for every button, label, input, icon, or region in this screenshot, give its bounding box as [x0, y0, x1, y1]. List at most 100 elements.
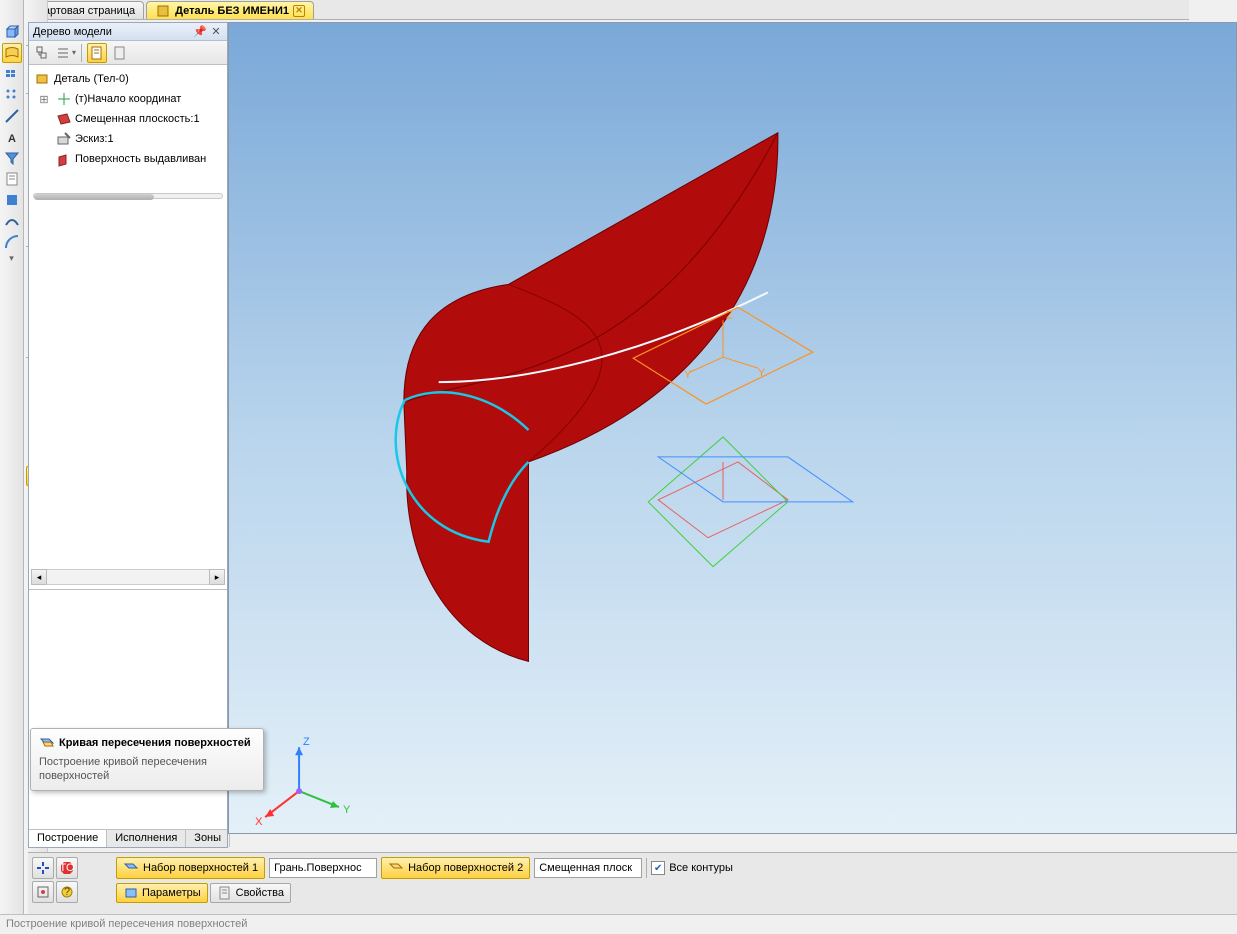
tooltip-title-text: Кривая пересечения поверхностей [59, 737, 251, 749]
tree-item[interactable]: ⊞ (т)Начало координат [31, 89, 225, 109]
bottom-main: Набор поверхностей 1 Набор поверхностей … [116, 857, 1233, 903]
surfaces-icon [388, 860, 404, 876]
tab-label: Параметры [142, 887, 201, 899]
tab-label: Зоны [194, 832, 221, 844]
param-row-1: Набор поверхностей 1 Набор поверхностей … [116, 857, 1233, 879]
close-icon[interactable]: ✕ [293, 5, 305, 17]
tree-label: Поверхность выдавливан [75, 153, 206, 165]
tooltip-description: Построение кривой пересечения поверхност… [39, 755, 255, 784]
panel-lower-area [29, 589, 227, 829]
origin-icon [56, 91, 72, 107]
tool-arc-icon[interactable] [2, 232, 22, 252]
tree-hscroll[interactable] [33, 193, 223, 203]
axis-label-z: Z [726, 309, 733, 321]
extrude-surface-icon [56, 151, 72, 167]
tool-a-icon[interactable]: A [2, 127, 22, 147]
tree-label: (т)Начало координат [75, 93, 181, 105]
scroll-left-icon[interactable]: ◂ [31, 569, 47, 585]
axis-z: Z [303, 736, 310, 748]
axis-x: X [255, 816, 263, 828]
all-contours-checkbox[interactable]: ✔ [651, 861, 665, 875]
tree-label: Смещенная плоскость:1 [75, 113, 200, 125]
panel-toolbar: ▾ [29, 41, 227, 65]
sketch-icon [56, 131, 72, 147]
surface-set-1-input[interactable] [269, 858, 377, 878]
panel-title-bar: Дерево модели 📌 ✕ [29, 23, 227, 41]
tool-dots-icon[interactable] [2, 85, 22, 105]
button-label: Набор поверхностей 2 [408, 862, 523, 874]
viewport-svg: Z Y Y Z Y X [229, 23, 1236, 833]
panel-title: Дерево модели [33, 26, 112, 38]
surface-set-2-input[interactable] [534, 858, 642, 878]
3d-viewport[interactable]: Z Y Y Z Y X [228, 22, 1237, 834]
panel-tab-build[interactable]: Построение [29, 830, 107, 847]
help-icon[interactable]: ? [56, 881, 78, 903]
part-icon [155, 3, 171, 19]
tool-page-icon[interactable] [2, 169, 22, 189]
bottom-panel: STOP ? Набор поверхностей 1 Набор поверх… [28, 852, 1237, 914]
tree-root[interactable]: Деталь (Тел-0) [31, 69, 225, 89]
tree-tool-2-icon[interactable]: ▾ [56, 43, 76, 63]
axis-label-y: Y [758, 367, 766, 379]
model-tree: Деталь (Тел-0) ⊞ (т)Начало координат Сме… [29, 65, 227, 173]
status-text: Построение кривой пересечения поверхност… [6, 918, 247, 930]
svg-text:?: ? [64, 886, 70, 898]
vertical-toolbar-1: A ▾ [0, 0, 24, 934]
model-tree-panel: Дерево модели 📌 ✕ ▾ Деталь (Тел-0) ⊞ (т)… [28, 22, 228, 848]
svg-text:STOP: STOP [59, 862, 75, 874]
pin-icon[interactable]: 📌 [193, 25, 207, 39]
expand-icon[interactable]: ⊞ [35, 93, 53, 106]
axis-y: Y [343, 804, 351, 816]
params-icon [123, 885, 139, 901]
axis-label-y: Y [684, 369, 692, 381]
scroll-right-icon[interactable]: ▸ [209, 569, 225, 585]
tree-item[interactable]: Поверхность выдавливан [31, 149, 225, 169]
tool-cube-icon[interactable] [2, 22, 22, 42]
tooltip: Кривая пересечения поверхностей Построен… [30, 728, 264, 791]
tool-surface-icon[interactable] [2, 43, 22, 63]
orientation-triad: Z Y X [255, 736, 351, 828]
close-icon[interactable]: ✕ [209, 25, 223, 39]
document-tabs: K Стартовая страница Деталь БЕЗ ИМЕНИ1 ✕ [0, 0, 1189, 20]
tab-label: Свойства [236, 887, 284, 899]
checkbox-label: Все контуры [669, 862, 733, 874]
button-label: Набор поверхностей 1 [143, 862, 258, 874]
tool-grid-icon[interactable] [2, 64, 22, 84]
props-icon [217, 885, 233, 901]
panel-hscroll[interactable]: ◂ ▸ [31, 569, 225, 587]
tab-properties[interactable]: Свойства [210, 883, 291, 903]
surface-set-1-button[interactable]: Набор поверхностей 1 [116, 857, 265, 879]
tree-tool-4-icon[interactable] [110, 43, 130, 63]
tree-label: Эскиз:1 [75, 133, 114, 145]
tab-label: Деталь БЕЗ ИМЕНИ1 [175, 5, 289, 17]
intersection-curve-icon [39, 735, 55, 751]
bottom-left-buttons: STOP ? [32, 857, 78, 903]
tab-label: Построение [37, 832, 98, 844]
tree-tool-1-icon[interactable] [33, 43, 53, 63]
tree-tool-3-icon[interactable] [87, 43, 107, 63]
tool-curve-icon[interactable] [2, 211, 22, 231]
panel-tab-exec[interactable]: Исполнения [107, 830, 186, 847]
tab-parameters[interactable]: Параметры [116, 883, 208, 903]
tree-label: Деталь (Тел-0) [54, 73, 129, 85]
tool-filter-icon[interactable] [2, 148, 22, 168]
tool-square-blue-icon[interactable] [2, 190, 22, 210]
tool-line-icon[interactable] [2, 106, 22, 126]
tab-part[interactable]: Деталь БЕЗ ИМЕНИ1 ✕ [146, 1, 314, 19]
svg-text:A: A [8, 133, 16, 145]
tree-item[interactable]: Смещенная плоскость:1 [31, 109, 225, 129]
stop-icon[interactable]: STOP [56, 857, 78, 879]
tree-item[interactable]: Эскиз:1 [31, 129, 225, 149]
panel-tab-zones[interactable]: Зоны [186, 830, 230, 847]
part-icon [35, 71, 51, 87]
plane-icon [56, 111, 72, 127]
surfaces-icon [123, 860, 139, 876]
panel-bottom-tabs: Построение Исполнения Зоны [29, 829, 227, 847]
bottom-tabs: Параметры Свойства [116, 883, 1233, 903]
surface-set-2-button[interactable]: Набор поверхностей 2 [381, 857, 530, 879]
apply-icon[interactable] [32, 857, 54, 879]
status-bar: Построение кривой пересечения поверхност… [0, 914, 1237, 934]
record-icon[interactable] [32, 881, 54, 903]
tab-label: Исполнения [115, 832, 177, 844]
chevron-down-icon[interactable]: ▾ [2, 253, 22, 263]
